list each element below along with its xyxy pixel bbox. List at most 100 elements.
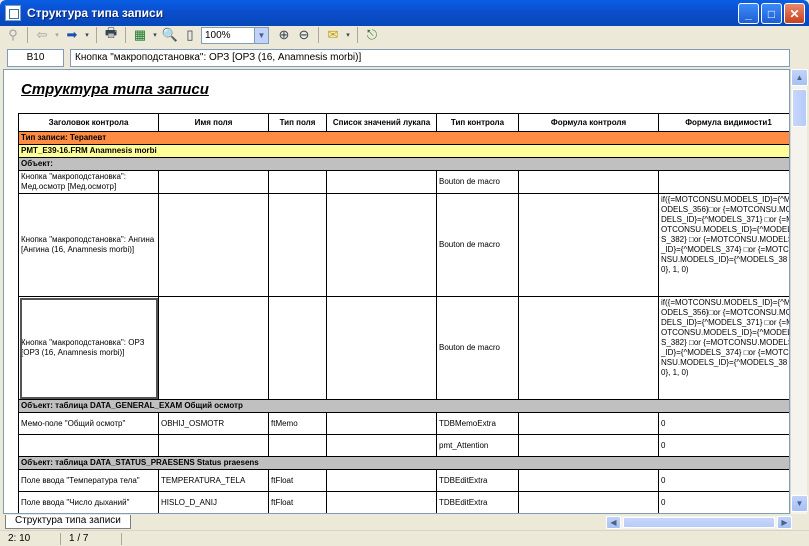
table-cell[interactable] [518, 296, 659, 400]
zoom-in-icon[interactable]: ⊕ [275, 26, 293, 44]
status-divider [121, 532, 122, 545]
table-cell[interactable] [158, 193, 269, 297]
table-cell[interactable] [268, 193, 327, 297]
window-controls: _ □ ✕ [738, 3, 805, 24]
scroll-up-icon[interactable]: ▲ [791, 69, 808, 86]
toolbar-separator [318, 27, 319, 43]
object-row: Объект: таблица DATA_GENERAL_EXAM Общий … [18, 399, 789, 413]
table-cell[interactable]: 0 [658, 412, 789, 435]
find-icon[interactable]: ⚲ [4, 26, 22, 44]
table-cell[interactable]: Кнопка "макроподстановка": Мед.осмотр [М… [18, 170, 159, 194]
scroll-thumb[interactable] [623, 517, 775, 528]
record-type-cell[interactable]: Тип записи: Терапевт [18, 131, 789, 145]
scroll-right-icon[interactable]: ▶ [777, 516, 792, 529]
column-header: Заголовок контрола [18, 113, 159, 132]
table-cell[interactable] [326, 296, 437, 400]
mail-dropdown-icon[interactable]: ▾ [344, 26, 352, 44]
scroll-down-icon[interactable]: ▼ [791, 495, 808, 512]
sheet-tab[interactable]: Структура типа записи [5, 515, 131, 529]
object-cell[interactable]: Объект: [18, 157, 789, 171]
table-cell[interactable] [326, 193, 437, 297]
object-cell[interactable]: Объект: таблица DATA_GENERAL_EXAM Общий … [18, 399, 789, 413]
maximize-button[interactable]: □ [761, 3, 782, 24]
table-cell[interactable] [326, 170, 437, 194]
forward-dropdown-icon[interactable]: ▾ [83, 26, 91, 44]
table-cell[interactable] [326, 412, 437, 435]
back-dropdown-icon[interactable]: ▾ [53, 26, 61, 44]
table-cell[interactable] [268, 296, 327, 400]
table-cell[interactable] [326, 434, 437, 457]
table-cell[interactable]: ftMemo [268, 412, 327, 435]
scroll-left-icon[interactable]: ◀ [606, 516, 621, 529]
table-cell[interactable] [158, 296, 269, 400]
table-cell[interactable] [18, 434, 159, 457]
table-cell[interactable] [158, 434, 269, 457]
table-cell[interactable]: TDBMemoExtra [436, 412, 519, 435]
table-cell[interactable]: Поле ввода "Температура тела" [18, 469, 159, 492]
minimize-button[interactable]: _ [738, 3, 759, 24]
table-cell[interactable]: TDBEditExtra [436, 469, 519, 492]
table-cell[interactable]: 0 [658, 491, 789, 513]
table-cell[interactable] [518, 434, 659, 457]
table-cell[interactable] [326, 491, 437, 513]
table-cell[interactable]: TDBEditExtra [436, 491, 519, 513]
table-cell[interactable] [158, 170, 269, 194]
table-cell[interactable] [518, 491, 659, 513]
excel-export-icon[interactable]: ▦ [131, 26, 149, 44]
zoom-select[interactable]: 100% ▼ [201, 26, 269, 44]
table-cell[interactable]: HISLO_D_ANIJ [158, 491, 269, 513]
print-icon[interactable]: 🖶 [102, 25, 120, 44]
column-header: Формула контроля [518, 113, 659, 132]
table-cell[interactable] [518, 170, 659, 194]
mail-icon[interactable]: ✉ [324, 26, 342, 44]
chevron-down-icon[interactable]: ▼ [254, 27, 268, 43]
zoom-out-icon[interactable]: ⊖ [295, 26, 313, 44]
record-type-row: Тип записи: Терапевт [18, 131, 789, 145]
table-cell[interactable]: if({=MOTCONSU.MODELS_ID}={^MODELS_356}□o… [658, 296, 789, 400]
form-row: PMT_E39-16.FRM Anamnesis morbi [18, 144, 789, 158]
table-cell[interactable]: Bouton de macro [436, 193, 519, 297]
table-cell[interactable]: Мемо-поле "Общий осмотр" [18, 412, 159, 435]
form-name-cell[interactable]: PMT_E39-16.FRM Anamnesis morbi [18, 144, 789, 158]
exit-icon[interactable]: ⎋ [363, 26, 381, 44]
table-cell[interactable]: 0 [658, 469, 789, 492]
selected-cell[interactable]: Кнопка "макроподстановка": ОРЗ [ОРЗ (16,… [18, 296, 159, 400]
close-button[interactable]: ✕ [784, 3, 805, 24]
zoom-value: 100% [205, 29, 231, 41]
table-header-row: Заголовок контрола Имя поля Тип поля Спи… [18, 113, 789, 132]
forward-arrow-icon[interactable]: ➡ [63, 26, 81, 44]
table-cell[interactable] [268, 170, 327, 194]
horizontal-scrollbar[interactable]: ◀ ▶ [606, 516, 792, 529]
table-cell[interactable]: Bouton de macro [436, 296, 519, 400]
vertical-scrollbar[interactable]: ▲ ▼ [790, 69, 808, 514]
table-cell[interactable]: Bouton de macro [436, 170, 519, 194]
excel-dropdown-icon[interactable]: ▾ [151, 26, 159, 44]
table-cell[interactable]: TEMPERATURA_TELA [158, 469, 269, 492]
cell-reference[interactable]: B10 [7, 48, 64, 67]
table-row: pmt_Attention 0 [18, 434, 789, 457]
page-icon[interactable]: ▯ [181, 26, 199, 44]
table-cell[interactable] [326, 469, 437, 492]
toolbar: ⚲ ⇦ ▾ ➡ ▾ 🖶 ▦ ▾ 🔍 ▯ 100% ▼ ⊕ ⊖ ✉ ▾ ⎋ [0, 25, 809, 44]
table-cell[interactable]: ftFloat [268, 469, 327, 492]
table-cell[interactable] [518, 412, 659, 435]
table-cell[interactable] [658, 170, 789, 194]
table-cell[interactable]: pmt_Attention [436, 434, 519, 457]
back-arrow-icon[interactable]: ⇦ [33, 26, 51, 44]
table-cell[interactable]: Поле ввода "Число дыханий" [18, 491, 159, 513]
table-cell[interactable] [268, 434, 327, 457]
table-cell[interactable]: OBHIJ_OSMOTR [158, 412, 269, 435]
cell-value-field[interactable]: Кнопка "макроподстановка": ОРЗ [ОРЗ (16,… [70, 48, 790, 67]
object-cell[interactable]: Объект: таблица DATA_STATUS_PRAESENS Sta… [18, 456, 789, 470]
table-row: Кнопка "макроподстановка": ОРЗ [ОРЗ (16,… [18, 296, 789, 400]
table-cell[interactable]: 0 [658, 434, 789, 457]
table-cell[interactable]: Кнопка "макроподстановка": Ангина [Ангин… [18, 193, 159, 297]
scroll-thumb[interactable] [792, 89, 807, 127]
zoom-icon[interactable]: 🔍 [161, 26, 179, 44]
table-cell[interactable]: ftFloat [268, 491, 327, 513]
table-cell[interactable]: if({=MOTCONSU.MODELS_ID}={^MODELS_356}□o… [658, 193, 789, 297]
table-cell[interactable] [518, 469, 659, 492]
table-row: Мемо-поле "Общий осмотр" OBHIJ_OSMOTR ft… [18, 412, 789, 435]
sheet-area[interactable]: Структура типа записи Заголовок контрола… [3, 69, 790, 514]
table-cell[interactable] [518, 193, 659, 297]
